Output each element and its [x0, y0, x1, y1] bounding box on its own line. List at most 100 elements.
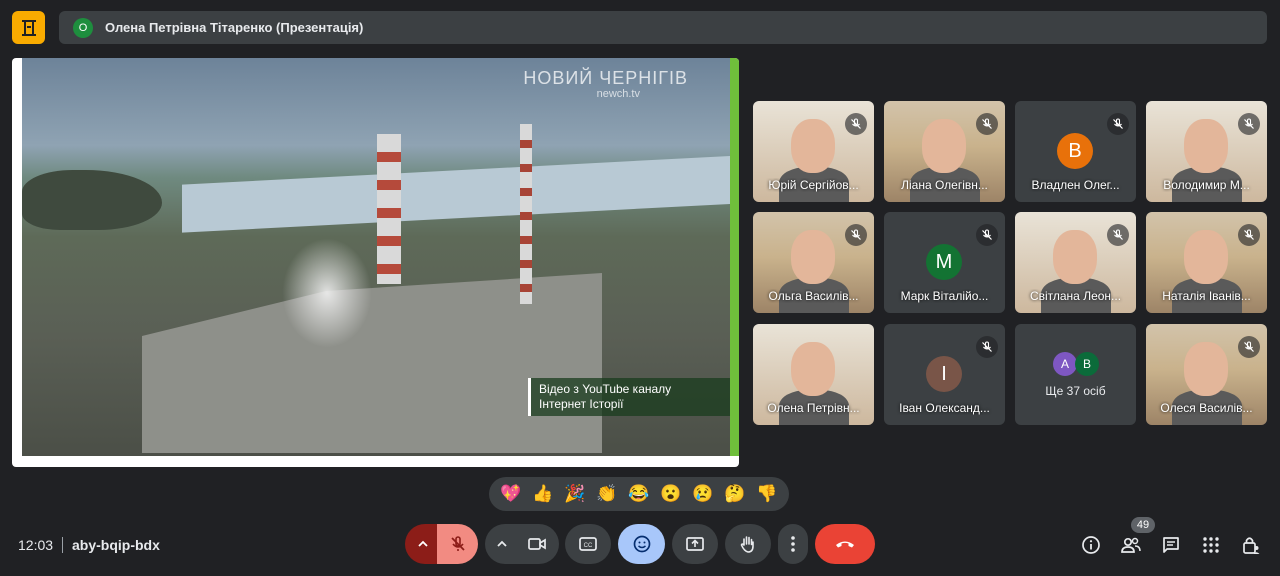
apps-grid-icon [1203, 537, 1219, 553]
reaction-emoji-button[interactable]: 💖 [500, 484, 521, 504]
captions-button[interactable]: CC [565, 524, 611, 564]
participant-avatar: M [926, 244, 962, 280]
info-icon [1082, 536, 1100, 554]
present-icon [686, 537, 704, 551]
reaction-emoji-button[interactable]: 🎉 [564, 484, 585, 504]
participant-name: Іван Олександ... [899, 401, 990, 415]
more-participants-label: Ще 37 осіб [1045, 384, 1106, 398]
participant-face [1053, 230, 1097, 284]
participant-avatar: А [1053, 352, 1077, 376]
chimney-shape [377, 134, 401, 284]
mic-off-icon [1244, 341, 1254, 352]
chimney-shape [520, 124, 532, 304]
participant-name: Ольга Василів... [768, 289, 859, 303]
more-vert-icon [791, 536, 795, 552]
raise-hand-button[interactable] [725, 524, 771, 564]
reaction-emoji-button[interactable]: 👍 [532, 484, 553, 504]
participant-tile[interactable]: Олеся Василів... [1146, 324, 1267, 425]
chat-icon [1163, 537, 1179, 553]
participant-face [791, 342, 835, 396]
mic-off-icon [1113, 118, 1123, 129]
mic-off-icon [1244, 229, 1254, 240]
chevron-up-icon [418, 540, 428, 547]
leave-call-button[interactable] [815, 524, 875, 564]
channel-logo-text: НОВИЙ ЧЕРНІГІВ [523, 68, 688, 88]
lock-person-icon [1243, 537, 1260, 554]
svg-text:CC: CC [584, 543, 593, 549]
more-options-button[interactable] [778, 524, 808, 564]
participant-face [791, 230, 835, 284]
smoke-shape [282, 238, 372, 348]
participant-face [1184, 119, 1228, 173]
reaction-emoji-button[interactable]: 👎 [756, 484, 777, 504]
participant-name: Світлана Леон... [1029, 289, 1122, 303]
captions-icon: CC [579, 537, 597, 551]
people-icon [1121, 537, 1141, 553]
participant-avatar: І [926, 356, 962, 392]
hand-icon [740, 536, 754, 553]
participant-tile[interactable]: Ліана Олегівн... [884, 101, 1005, 202]
participant-name: Владлен Олег... [1031, 178, 1120, 192]
participant-tile[interactable]: І Іван Олександ... [884, 324, 1005, 425]
participant-name: Юрій Сергійов... [768, 178, 859, 192]
muted-indicator [1107, 113, 1129, 135]
more-participants-tile[interactable]: А В Ще 37 осіб [1015, 324, 1136, 425]
power-plant-shape [142, 273, 602, 453]
participant-tile[interactable]: Юрій Сергійов... [753, 101, 874, 202]
end-call-icon [836, 541, 854, 548]
mic-off-icon [982, 118, 992, 129]
meet-app-icon[interactable] [12, 11, 45, 44]
participant-tile[interactable]: Володимир М... [1146, 101, 1267, 202]
reaction-emoji-button[interactable]: 😢 [692, 484, 713, 504]
presentation-area[interactable]: НОВИЙ ЧЕРНІГІВ newch.tv Відео з YouTube … [12, 58, 739, 467]
presentation-video: НОВИЙ ЧЕРНІГІВ newch.tv Відео з YouTube … [22, 58, 730, 456]
participant-name: Олена Петрівн... [767, 401, 860, 415]
caption-line-1: Відео з YouTube каналу [539, 382, 672, 396]
participant-avatar: В [1057, 133, 1093, 169]
host-controls-button[interactable] [1240, 534, 1262, 556]
participant-tile[interactable]: Ольга Василів... [753, 212, 874, 313]
reaction-emoji-button[interactable]: 😮 [660, 484, 681, 504]
meeting-details-button[interactable] [1080, 534, 1102, 556]
participant-avatar: В [1075, 352, 1099, 376]
reaction-emoji-button[interactable]: 🤔 [724, 484, 745, 504]
muted-indicator [1238, 336, 1260, 358]
muted-indicator [845, 224, 867, 246]
people-count-badge: 49 [1131, 517, 1155, 533]
present-screen-button[interactable] [672, 524, 718, 564]
participant-face [1184, 230, 1228, 284]
slide-border [730, 58, 739, 456]
participant-tile[interactable]: M Марк Віталійо... [884, 212, 1005, 313]
participant-tile[interactable]: Світлана Леон... [1015, 212, 1136, 313]
chat-button[interactable] [1160, 534, 1182, 556]
participant-tile[interactable]: В Владлен Олег... [1015, 101, 1136, 202]
mic-off-icon [982, 229, 992, 240]
meeting-code: aby-bqip-bdx [72, 537, 160, 553]
mic-off-icon [982, 341, 992, 352]
audio-options-button[interactable] [405, 524, 441, 564]
muted-indicator [976, 113, 998, 135]
divider [62, 537, 63, 553]
people-button[interactable] [1120, 534, 1142, 556]
muted-indicator [845, 113, 867, 135]
participant-name: Ліана Олегівн... [901, 178, 988, 192]
muted-indicator [976, 336, 998, 358]
reaction-emoji-button[interactable]: 😂 [628, 484, 649, 504]
reaction-emoji-button[interactable]: 👏 [596, 484, 617, 504]
video-caption: Відео з YouTube каналу Інтернет Історії [528, 378, 730, 416]
reactions-bar: 💖 👍 🎉 👏 😂 😮 😢 🤔 👎 [489, 477, 789, 511]
activities-button[interactable] [1200, 534, 1222, 556]
participant-tile[interactable]: Наталія Іванів... [1146, 212, 1267, 313]
camera-toggle-button[interactable] [515, 524, 559, 564]
participant-name: Володимир М... [1163, 178, 1250, 192]
presentation-icon [21, 19, 36, 36]
video-options-button[interactable] [485, 524, 519, 564]
mic-off-icon [851, 229, 861, 240]
reactions-button[interactable] [618, 524, 665, 564]
participant-tile[interactable]: Олена Петрівн... [753, 324, 874, 425]
muted-indicator [976, 224, 998, 246]
helicopter-shape [22, 170, 162, 230]
mic-toggle-button[interactable] [437, 524, 478, 564]
participant-face [791, 119, 835, 173]
mic-off-icon [1244, 118, 1254, 129]
